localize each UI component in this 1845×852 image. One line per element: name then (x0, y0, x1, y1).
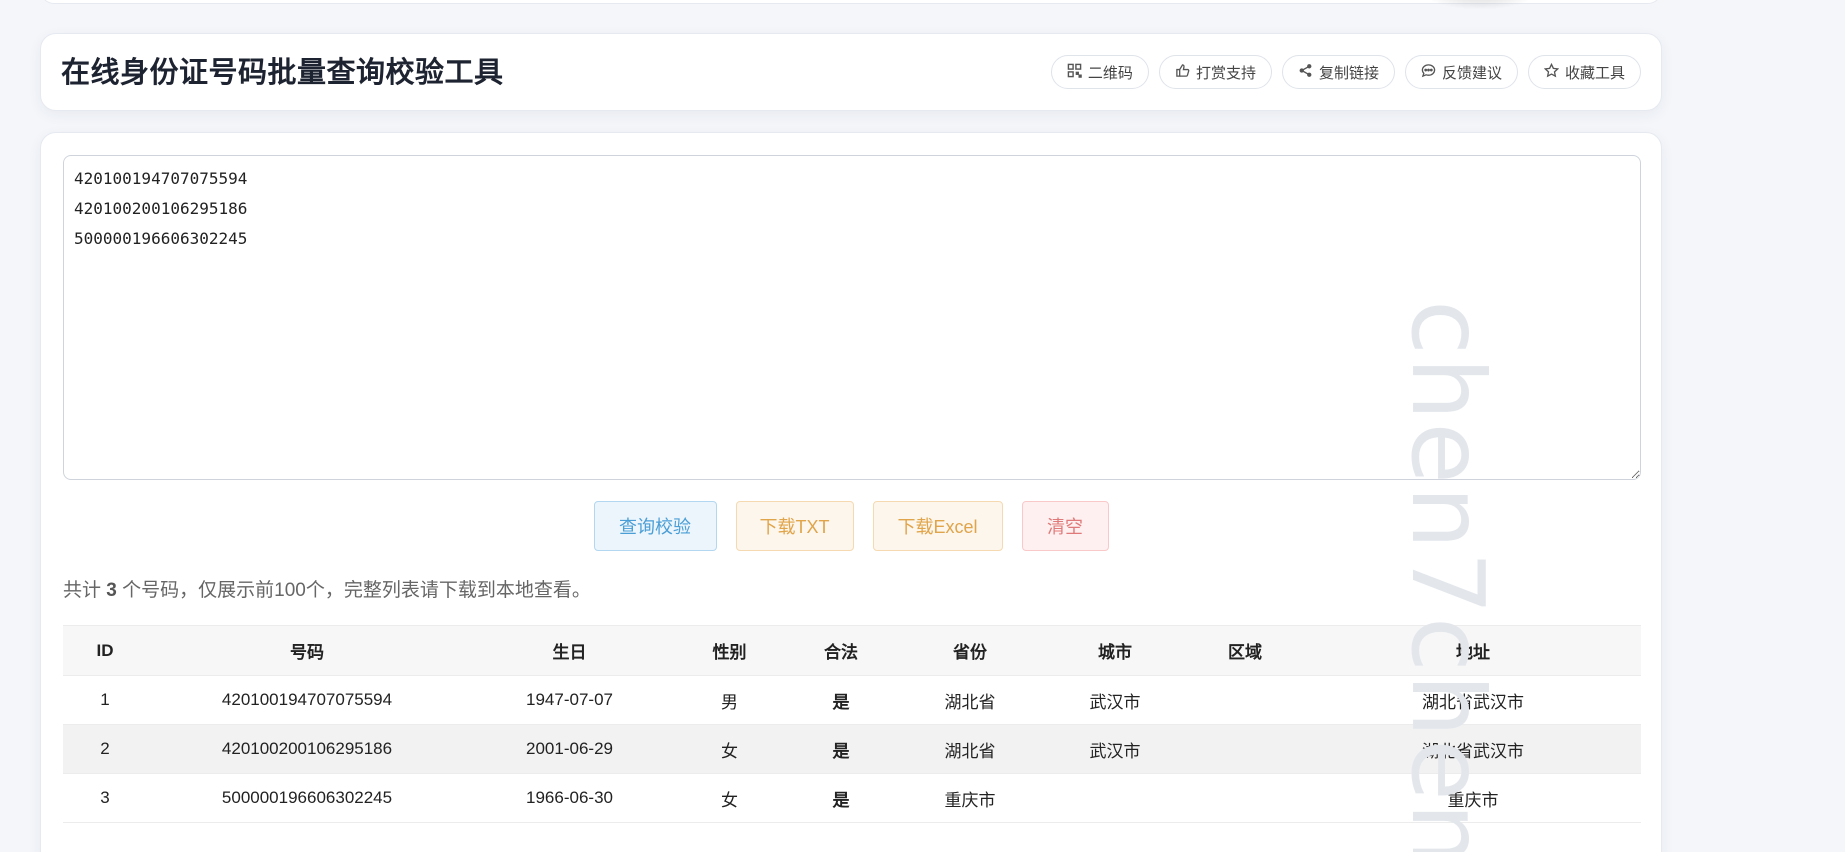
tip-support-label: 打赏支持 (1195, 64, 1256, 82)
clear-button[interactable]: 清空 (1021, 501, 1109, 551)
cell-valid: 是 (787, 675, 895, 725)
feedback-button[interactable]: 反馈建议 (1404, 55, 1518, 89)
cell-id: 1 (63, 675, 147, 725)
cell-birthday: 2001-06-29 (467, 724, 672, 774)
page-title: 在线身份证号码批量查询校验工具 (61, 57, 504, 89)
column-header-valid: 合法 (787, 625, 895, 676)
cell-number: 420100194707075594 (147, 675, 467, 725)
cell-province: 湖北省 (895, 675, 1045, 725)
summary-prefix: 共计 (63, 580, 102, 601)
cell-city (1045, 773, 1185, 823)
cell-gender: 女 (672, 773, 787, 823)
cell-valid: 是 (787, 724, 895, 774)
cell-gender: 男 (672, 675, 787, 725)
column-header-gender: 性别 (672, 625, 787, 676)
decorative-shadow (1420, 0, 1540, 10)
cell-number: 500000196606302245 (147, 773, 467, 823)
thumbs-up-icon (1175, 63, 1190, 82)
chat-icon (1421, 63, 1436, 82)
column-header-number: 号码 (147, 625, 467, 676)
cell-province: 湖北省 (895, 724, 1045, 774)
header-actions: 二维码 打赏支持 复制链接 反馈建议 收藏工具 (1050, 55, 1641, 89)
cell-birthday: 1966-06-30 (467, 773, 672, 823)
cell-city: 武汉市 (1045, 724, 1185, 774)
cell-number: 420100200106295186 (147, 724, 467, 774)
favorite-tool-button[interactable]: 收藏工具 (1527, 55, 1641, 89)
download-excel-button[interactable]: 下载Excel (872, 501, 1003, 551)
cell-birthday: 1947-07-07 (467, 675, 672, 725)
result-summary: 共计 3 个号码，仅展示前100个，完整列表请下载到本地查看。 (63, 575, 591, 602)
qrcode-button[interactable]: 二维码 (1050, 55, 1149, 89)
download-txt-button[interactable]: 下载TXT (735, 501, 854, 551)
column-header-province: 省份 (895, 625, 1045, 676)
cell-city: 武汉市 (1045, 675, 1185, 725)
column-header-city: 城市 (1045, 625, 1185, 676)
copy-link-button[interactable]: 复制链接 (1281, 55, 1395, 89)
cell-id: 3 (63, 773, 147, 823)
favorite-tool-label: 收藏工具 (1564, 64, 1625, 82)
feedback-label: 反馈建议 (1441, 64, 1502, 82)
qrcode-icon (1067, 63, 1082, 82)
cell-district (1185, 724, 1305, 774)
summary-suffix: 个号码，仅展示前100个，完整列表请下载到本地查看。 (122, 580, 591, 601)
column-header-district: 区域 (1185, 625, 1305, 676)
cell-district (1185, 773, 1305, 823)
cell-gender: 女 (672, 724, 787, 774)
previous-card-edge (40, 0, 1662, 4)
copy-link-label: 复制链接 (1318, 64, 1379, 82)
query-verify-button[interactable]: 查询校验 (593, 501, 717, 551)
header-card: 在线身份证号码批量查询校验工具 二维码 打赏支持 复制链接 反馈建议 收藏工具 (40, 33, 1662, 111)
watermark: chen7chen (1388, 300, 1506, 852)
column-header-birthday: 生日 (467, 625, 672, 676)
tip-support-button[interactable]: 打赏支持 (1158, 55, 1272, 89)
summary-count: 3 (106, 580, 117, 601)
column-header-id: ID (63, 625, 147, 676)
star-icon (1543, 62, 1560, 82)
qrcode-label: 二维码 (1087, 64, 1133, 82)
cell-valid: 是 (787, 773, 895, 823)
share-icon (1298, 63, 1313, 82)
cell-id: 2 (63, 724, 147, 774)
cell-district (1185, 675, 1305, 725)
cell-province: 重庆市 (895, 773, 1045, 823)
